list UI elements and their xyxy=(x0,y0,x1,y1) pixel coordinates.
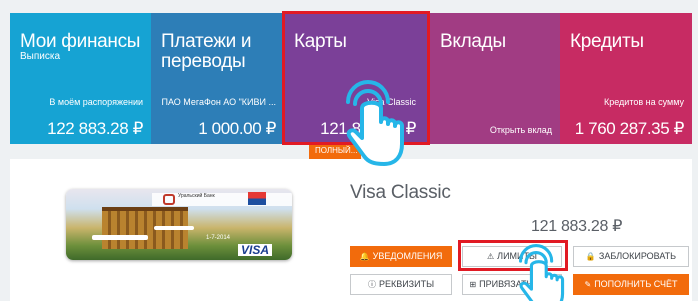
tile-amount: 121 883.28 ₽ xyxy=(320,119,416,138)
tile-title: Вклады xyxy=(440,31,506,52)
tile-caption: ПАО МегаФон АО "КИВИ ... xyxy=(161,97,276,107)
tile-caption: Кредитов на сумму xyxy=(604,97,684,107)
block-label: ЗАБЛОКИРОВАТЬ xyxy=(598,251,677,261)
limits-label: ЛИМИТЫ xyxy=(497,251,537,261)
tile-cards[interactable]: Карты Visa Classic 121 883.28 ₽ xyxy=(284,13,430,144)
full-info-tab[interactable]: ПОЛНЫЙ... xyxy=(309,143,361,159)
card-number-mask xyxy=(154,226,194,230)
visa-logo: VISA xyxy=(238,244,273,256)
card-name: Visa Classic xyxy=(350,182,451,203)
card-number-mask xyxy=(92,235,148,240)
card-image: Уральский Банк 1-7-2014 VISA xyxy=(66,189,292,260)
tile-amount: 122 883.28 ₽ xyxy=(47,119,143,138)
tile-title: Платежи и переводы xyxy=(161,31,252,72)
bank-logo xyxy=(163,194,175,205)
tile-credits[interactable]: Кредиты Кредитов на сумму 1 760 287.35 ₽ xyxy=(560,13,692,144)
bell-icon: 🔔 xyxy=(359,252,370,261)
flag-icon xyxy=(248,192,266,205)
pencil-icon: ✎ xyxy=(584,280,592,289)
tile-amount: 1 760 287.35 ₽ xyxy=(574,119,685,138)
notifications-button[interactable]: 🔔 УВЕДОМЛЕНИЯ xyxy=(350,246,452,267)
card-balance: 121 883.28 ₽ xyxy=(531,218,623,235)
topup-label: ПОПОЛНИТЬ СЧЁТ xyxy=(594,279,678,289)
limits-button[interactable]: ⚠ ЛИМИТЫ xyxy=(462,246,562,267)
info-icon: ⓘ xyxy=(367,280,376,289)
card-bank-name: Уральский Банк xyxy=(178,193,215,199)
bind-label: ПРИВЯЗАТЬ В...Д xyxy=(479,279,555,289)
topup-button[interactable]: ✎ ПОПОЛНИТЬ СЧЁТ xyxy=(573,274,689,295)
requisites-label: РЕКВИЗИТЫ xyxy=(378,279,435,289)
tile-title: Кредиты xyxy=(570,31,644,52)
card-expiry: 1-7-2014 xyxy=(206,235,231,241)
warning-icon: ⚠ xyxy=(487,252,495,261)
top-tiles: Мои финансы Выписка В моём распоряжении … xyxy=(10,13,692,144)
bank-card-page: { "tiles": [ {"title": "Мои финансы", "s… xyxy=(0,0,698,301)
tile-title: Мои финансы xyxy=(20,31,141,52)
tile-deposits[interactable]: Вклады Открыть вклад xyxy=(430,13,560,144)
tile-caption[interactable]: Открыть вклад xyxy=(490,125,552,135)
tile-amount: 1 000.00 ₽ xyxy=(198,119,276,138)
notifications-label: УВЕДОМЛЕНИЯ xyxy=(372,251,443,261)
plus-icon: ⊞ xyxy=(469,280,477,289)
requisites-button[interactable]: ⓘ РЕКВИЗИТЫ xyxy=(350,274,452,295)
tile-title: Карты xyxy=(294,31,347,52)
tile-caption: В моём распоряжении xyxy=(49,97,143,107)
bind-button[interactable]: ⊞ ПРИВЯЗАТЬ В...Д xyxy=(462,274,562,295)
tile-payments[interactable]: Платежи и переводы ПАО МегаФон АО "КИВИ … xyxy=(151,13,284,144)
tile-subtitle[interactable]: Выписка xyxy=(20,51,60,62)
block-button[interactable]: 🔒 ЗАБЛОКИРОВАТЬ xyxy=(573,246,689,267)
tile-my-finances[interactable]: Мои финансы Выписка В моём распоряжении … xyxy=(10,13,151,144)
tile-caption: Visa Classic xyxy=(367,97,416,107)
lock-icon: 🔒 xyxy=(585,252,596,261)
